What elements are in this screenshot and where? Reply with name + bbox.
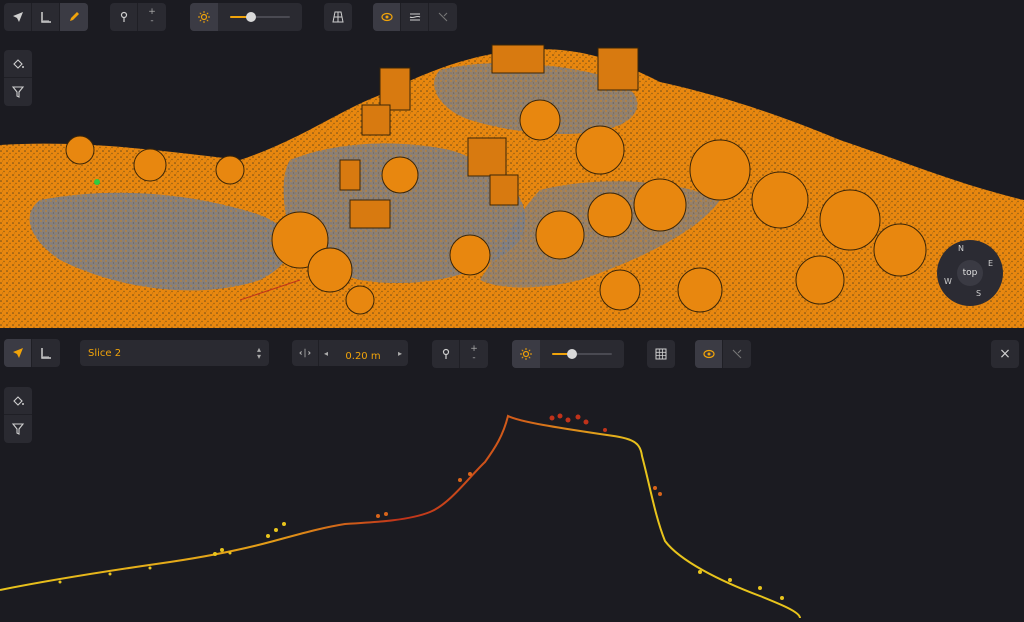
- paint-bucket-icon: [13, 58, 24, 69]
- eye-hand-icon: [380, 12, 393, 22]
- slider-thumb[interactable]: [567, 349, 577, 359]
- section-navigate-button[interactable]: [4, 339, 32, 367]
- draw-tool-button[interactable]: [60, 3, 88, 31]
- brightness-slider[interactable]: [218, 3, 302, 31]
- decrease-point-size[interactable]: -: [150, 17, 153, 26]
- navigate-arrow-icon: [12, 348, 23, 358]
- section-decrease-point-size[interactable]: -: [472, 354, 475, 363]
- slice-select-value: Slice 2: [88, 347, 122, 359]
- compass-north: N: [958, 244, 964, 253]
- point-pin-icon: [120, 11, 127, 22]
- point-pin-icon: [442, 348, 449, 359]
- section-measure-button[interactable]: [32, 339, 60, 367]
- compass-top-button[interactable]: top: [957, 260, 983, 286]
- side-tools-top: [4, 50, 32, 106]
- compass-east: E: [988, 259, 994, 268]
- section-filter-button[interactable]: [4, 415, 32, 443]
- section-point-size-button[interactable]: [432, 340, 460, 368]
- measure-tool-button[interactable]: [32, 3, 60, 31]
- eye-off-icon: [732, 349, 742, 359]
- filter-funnel-icon: [11, 86, 25, 98]
- compass-south: S: [976, 289, 982, 298]
- point-cloud-render[interactable]: [0, 0, 1024, 328]
- grid-group: [647, 340, 675, 368]
- select-chevron-icon: ▴ ▾: [256, 345, 261, 361]
- point-size-button[interactable]: [110, 3, 138, 31]
- hide-button[interactable]: [429, 3, 457, 31]
- thickness-increase-button[interactable]: ▸: [393, 349, 407, 358]
- section-hide-button[interactable]: [723, 340, 751, 368]
- navigate-arrow-icon: [12, 12, 23, 22]
- side-tools-section: [4, 387, 32, 443]
- section-toolbar: Slice 2 ▴ ▾ ◂ 0.20 m ▸ + - ×: [0, 328, 1024, 376]
- thickness-width-icon: [292, 340, 319, 366]
- sun-icon: [520, 348, 532, 360]
- grid-icon: [655, 348, 667, 360]
- point-cloud-3d-view[interactable]: + - N E S W top: [0, 0, 1024, 328]
- paint-bucket-icon: [13, 395, 24, 406]
- slice-select[interactable]: Slice 2 ▴ ▾: [80, 340, 269, 366]
- eye-off-icon: [438, 12, 448, 22]
- hide-objects-button[interactable]: [373, 3, 401, 31]
- filter-funnel-icon: [11, 423, 25, 435]
- eye-hand-icon: [702, 349, 715, 359]
- section-point-size-stepper[interactable]: + -: [460, 340, 488, 368]
- section-paint-bucket-button[interactable]: [4, 387, 32, 415]
- perspective-button[interactable]: [324, 3, 352, 31]
- brightness-button[interactable]: [190, 3, 218, 31]
- thickness-value: 0.20 m: [345, 350, 381, 362]
- section-tool-group: [4, 339, 60, 367]
- layers-wave-icon: [409, 13, 420, 21]
- perspective-grid-icon: [332, 11, 344, 23]
- point-size-stepper[interactable]: + -: [138, 3, 166, 31]
- paint-bucket-button[interactable]: [4, 50, 32, 78]
- thickness-stepper: ◂ 0.20 m ▸: [292, 340, 408, 366]
- close-section-button[interactable]: ×: [991, 340, 1019, 368]
- sun-icon: [198, 11, 210, 23]
- app-root: + - N E S W top Slice 2 ▴ ▾ ◂ 0.20 m ▸ +…: [0, 0, 1024, 619]
- section-hide-objects-button[interactable]: [695, 340, 723, 368]
- ruler-icon: [40, 12, 51, 23]
- filter-button[interactable]: [4, 78, 32, 106]
- visibility-group: [373, 3, 457, 31]
- section-brightness-slider[interactable]: [540, 340, 624, 368]
- thickness-decrease-button[interactable]: ◂: [319, 349, 333, 358]
- section-profile-view[interactable]: [0, 376, 1024, 619]
- slider-thumb[interactable]: [246, 12, 256, 22]
- section-visibility-group: [695, 340, 751, 368]
- compass-widget[interactable]: N E S W top: [937, 240, 1003, 306]
- ruler-icon: [41, 348, 51, 359]
- profile-render[interactable]: [0, 376, 1024, 619]
- section-brightness-button[interactable]: [512, 340, 540, 368]
- close-group: ×: [991, 340, 1019, 368]
- layers-button[interactable]: [401, 3, 429, 31]
- point-size-group: + -: [110, 3, 166, 31]
- navigate-tool-button[interactable]: [4, 3, 32, 31]
- section-point-size-group: + -: [432, 340, 488, 368]
- tool-group-main: [4, 3, 88, 31]
- grid-toggle-button[interactable]: [647, 340, 675, 368]
- pencil-icon: [70, 12, 79, 21]
- compass-west: W: [944, 277, 952, 286]
- view-mode-group: [324, 3, 352, 31]
